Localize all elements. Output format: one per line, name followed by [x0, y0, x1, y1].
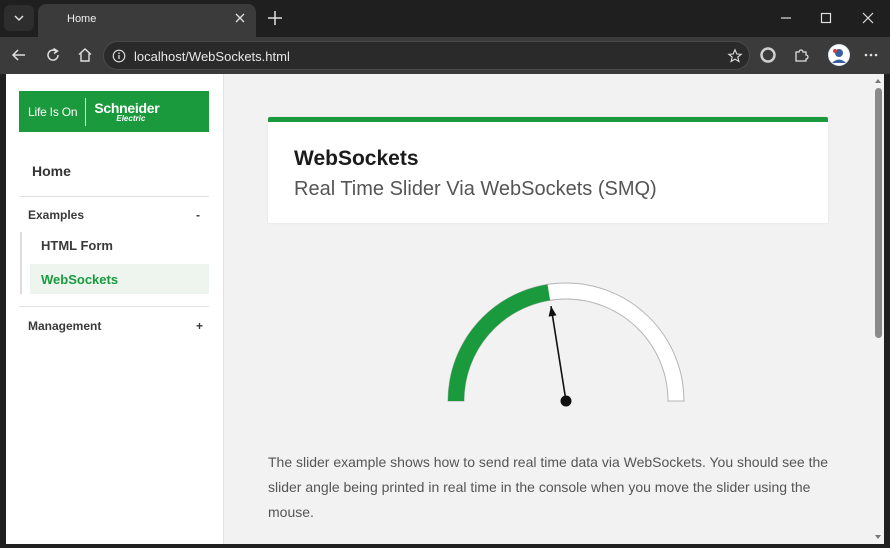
slider-track: [447, 282, 685, 402]
slider-pivot: [560, 395, 572, 407]
nav-group-management[interactable]: Management: [28, 319, 101, 333]
schneider-logo[interactable]: Life Is On Schneider Electric: [19, 91, 209, 132]
websocket-slider[interactable]: [444, 277, 688, 409]
slider-needle[interactable]: [550, 306, 567, 402]
divider: [19, 306, 209, 307]
minimize-icon[interactable]: [778, 10, 794, 26]
extension-icon[interactable]: [792, 46, 810, 64]
description-text: The slider example shows how to send rea…: [268, 454, 829, 520]
page-subtitle: Real Time Slider Via WebSockets (SMQ): [294, 178, 657, 200]
tab-title: Home: [67, 13, 97, 25]
logo-brand-name: Schneider: [94, 99, 160, 116]
nav-item-websockets[interactable]: WebSockets: [30, 264, 209, 294]
info-icon[interactable]: [112, 49, 126, 63]
avatar[interactable]: [828, 44, 850, 66]
scrollbar-thumb[interactable]: [875, 88, 882, 338]
collapse-toggle[interactable]: -: [196, 208, 200, 222]
logo-brand: Schneider Electric: [94, 101, 159, 123]
chevron-down-icon: [14, 15, 24, 22]
nav-item-html-form[interactable]: HTML Form: [30, 230, 209, 260]
more-icon[interactable]: [862, 46, 880, 64]
browser-toolbar: localhost/WebSockets.html: [0, 37, 890, 74]
browser-tab[interactable]: Home: [38, 4, 256, 37]
nav-group-examples[interactable]: Examples: [28, 208, 84, 222]
slider-needle-tip: [548, 306, 557, 317]
plus-icon[interactable]: [266, 9, 284, 27]
window-close-icon[interactable]: [860, 10, 876, 26]
star-icon[interactable]: [727, 48, 743, 64]
close-icon[interactable]: [234, 12, 246, 24]
tab-bar: Home: [0, 0, 890, 37]
avatar-icon: [829, 45, 849, 65]
logo-tagline: Life Is On: [28, 104, 78, 119]
nav-item-label: HTML Form: [41, 238, 113, 253]
address-bar[interactable]: localhost/WebSockets.html: [103, 41, 750, 70]
scroll-up-icon[interactable]: [874, 77, 882, 85]
nav-home[interactable]: Home: [32, 163, 71, 179]
back-icon[interactable]: [10, 46, 28, 64]
header-card: WebSockets Real Time Slider Via WebSocke…: [268, 117, 828, 223]
page-viewport: Life Is On Schneider Electric Home Examp…: [6, 74, 872, 544]
scrollbar[interactable]: [872, 74, 884, 544]
tab-menu-button[interactable]: [4, 5, 34, 31]
nav-item-label: WebSockets: [41, 272, 119, 287]
scroll-down-icon[interactable]: [874, 533, 882, 541]
logo-brand-sub: Electric: [116, 113, 146, 123]
logo-divider: [85, 97, 87, 126]
home-icon[interactable]: [76, 46, 94, 64]
url-text: localhost/WebSockets.html: [134, 49, 290, 64]
page-title: WebSockets: [294, 147, 419, 170]
reload-icon[interactable]: [44, 46, 62, 64]
expand-toggle[interactable]: +: [196, 319, 203, 333]
maximize-icon[interactable]: [818, 10, 834, 26]
circle-icon[interactable]: [759, 46, 777, 64]
submenu-rail: [20, 232, 22, 294]
sidebar: Life Is On Schneider Electric Home Examp…: [6, 74, 224, 544]
divider: [19, 196, 209, 197]
